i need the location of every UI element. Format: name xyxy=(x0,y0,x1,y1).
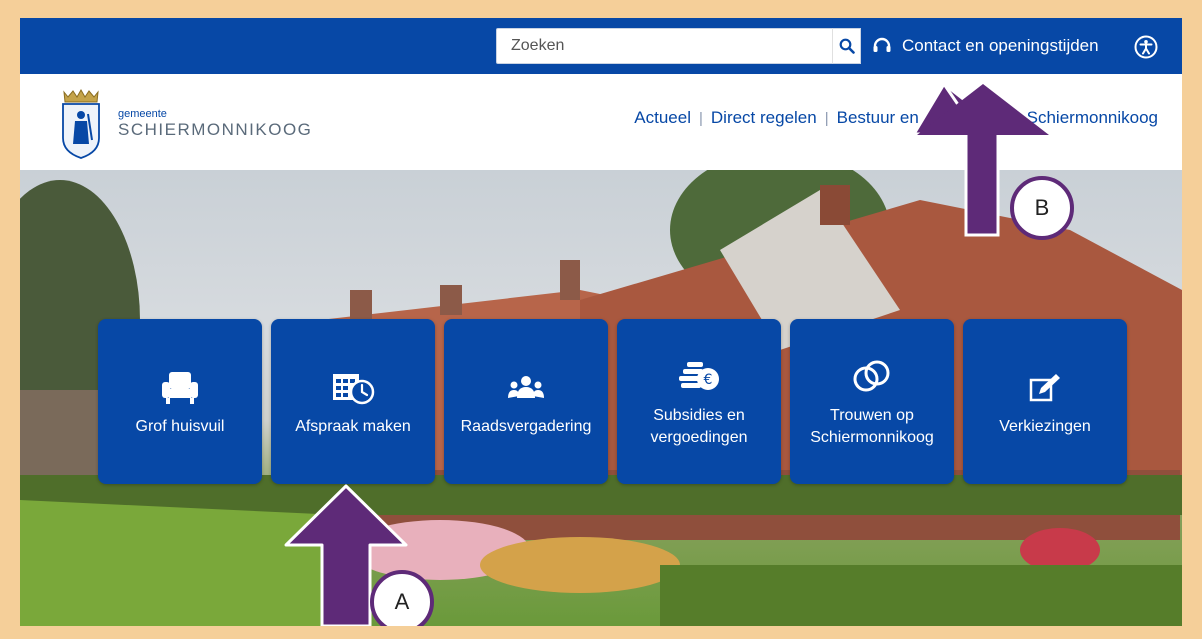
search-icon xyxy=(839,38,855,54)
contact-link[interactable]: Contact en openingstijden xyxy=(872,28,1099,64)
nav-separator: | xyxy=(1014,109,1019,127)
annotation-marker-a: A xyxy=(370,570,434,626)
tile-label: Verkiezingen xyxy=(999,417,1091,435)
calendar-clock-icon xyxy=(333,373,375,404)
logo-title: SCHIERMONNIKOOG xyxy=(118,120,313,139)
armchair-icon xyxy=(162,371,198,404)
tile-afspraak-maken[interactable]: Afspraak maken xyxy=(271,319,435,484)
tile-trouwen[interactable]: Trouwen op Schiermonnikoog xyxy=(790,319,954,484)
nav-item-direct-regelen[interactable]: Direct regelen xyxy=(711,108,817,128)
nav-item-schiermonnikoog[interactable]: Schiermonnikoog xyxy=(1027,108,1158,128)
svg-text:€: € xyxy=(704,372,713,388)
accessibility-icon[interactable] xyxy=(1134,35,1158,59)
tile-label: Grof huisvuil xyxy=(135,417,225,435)
coat-of-arms-icon xyxy=(62,88,100,159)
tile-label: Raadsvergadering xyxy=(460,417,592,435)
tile-subsidies[interactable]: € Subsidies en vergoedingen xyxy=(617,319,781,484)
nav-item-actueel[interactable]: Actueel xyxy=(634,108,691,128)
wedding-rings-icon xyxy=(853,360,890,391)
headset-icon xyxy=(873,37,891,52)
contact-label: Contact en openingstijden xyxy=(902,36,1099,55)
search-form xyxy=(496,28,861,64)
annotation-marker-b: B xyxy=(1010,176,1074,240)
browser-viewport: Contact en openingstijden gemeente SCHIE… xyxy=(20,18,1182,626)
top-bar: Contact en openingstijden xyxy=(20,18,1182,74)
nav-item-bestuur[interactable]: Bestuur en organisatie xyxy=(837,108,1007,128)
tile-raadsvergadering[interactable]: Raadsvergadering xyxy=(444,319,608,484)
quick-links: Grof huisvuil Afspraak maken Raadsvergad… xyxy=(98,319,1127,484)
search-button[interactable] xyxy=(832,28,861,64)
tile-label: Afspraak maken xyxy=(295,417,411,435)
main-nav: Actueel | Direct regelen | Bestuur en or… xyxy=(634,108,1158,128)
pencil-icon xyxy=(1029,373,1060,401)
nav-separator: | xyxy=(698,109,703,127)
tile-label: Trouwen op Schiermonnikoog xyxy=(810,406,934,446)
search-input[interactable] xyxy=(496,28,832,64)
tile-label: Subsidies en vergoedingen xyxy=(650,406,748,446)
marker-label: A xyxy=(394,589,410,614)
marker-label: B xyxy=(1034,195,1050,220)
hero-image: Grof huisvuil Afspraak maken Raadsvergad… xyxy=(20,170,1182,626)
nav-separator: | xyxy=(824,109,829,127)
tile-verkiezingen[interactable]: Verkiezingen xyxy=(963,319,1127,484)
tile-grof-huisvuil[interactable]: Grof huisvuil xyxy=(98,319,262,484)
logo-prefix: gemeente xyxy=(118,108,167,120)
coins-euro-icon: € xyxy=(679,361,719,390)
site-logo[interactable]: gemeente SCHIERMONNIKOOG xyxy=(58,88,312,160)
site-header: gemeente SCHIERMONNIKOOG Actueel | Direc… xyxy=(20,74,1182,170)
council-meeting-icon xyxy=(508,375,544,398)
